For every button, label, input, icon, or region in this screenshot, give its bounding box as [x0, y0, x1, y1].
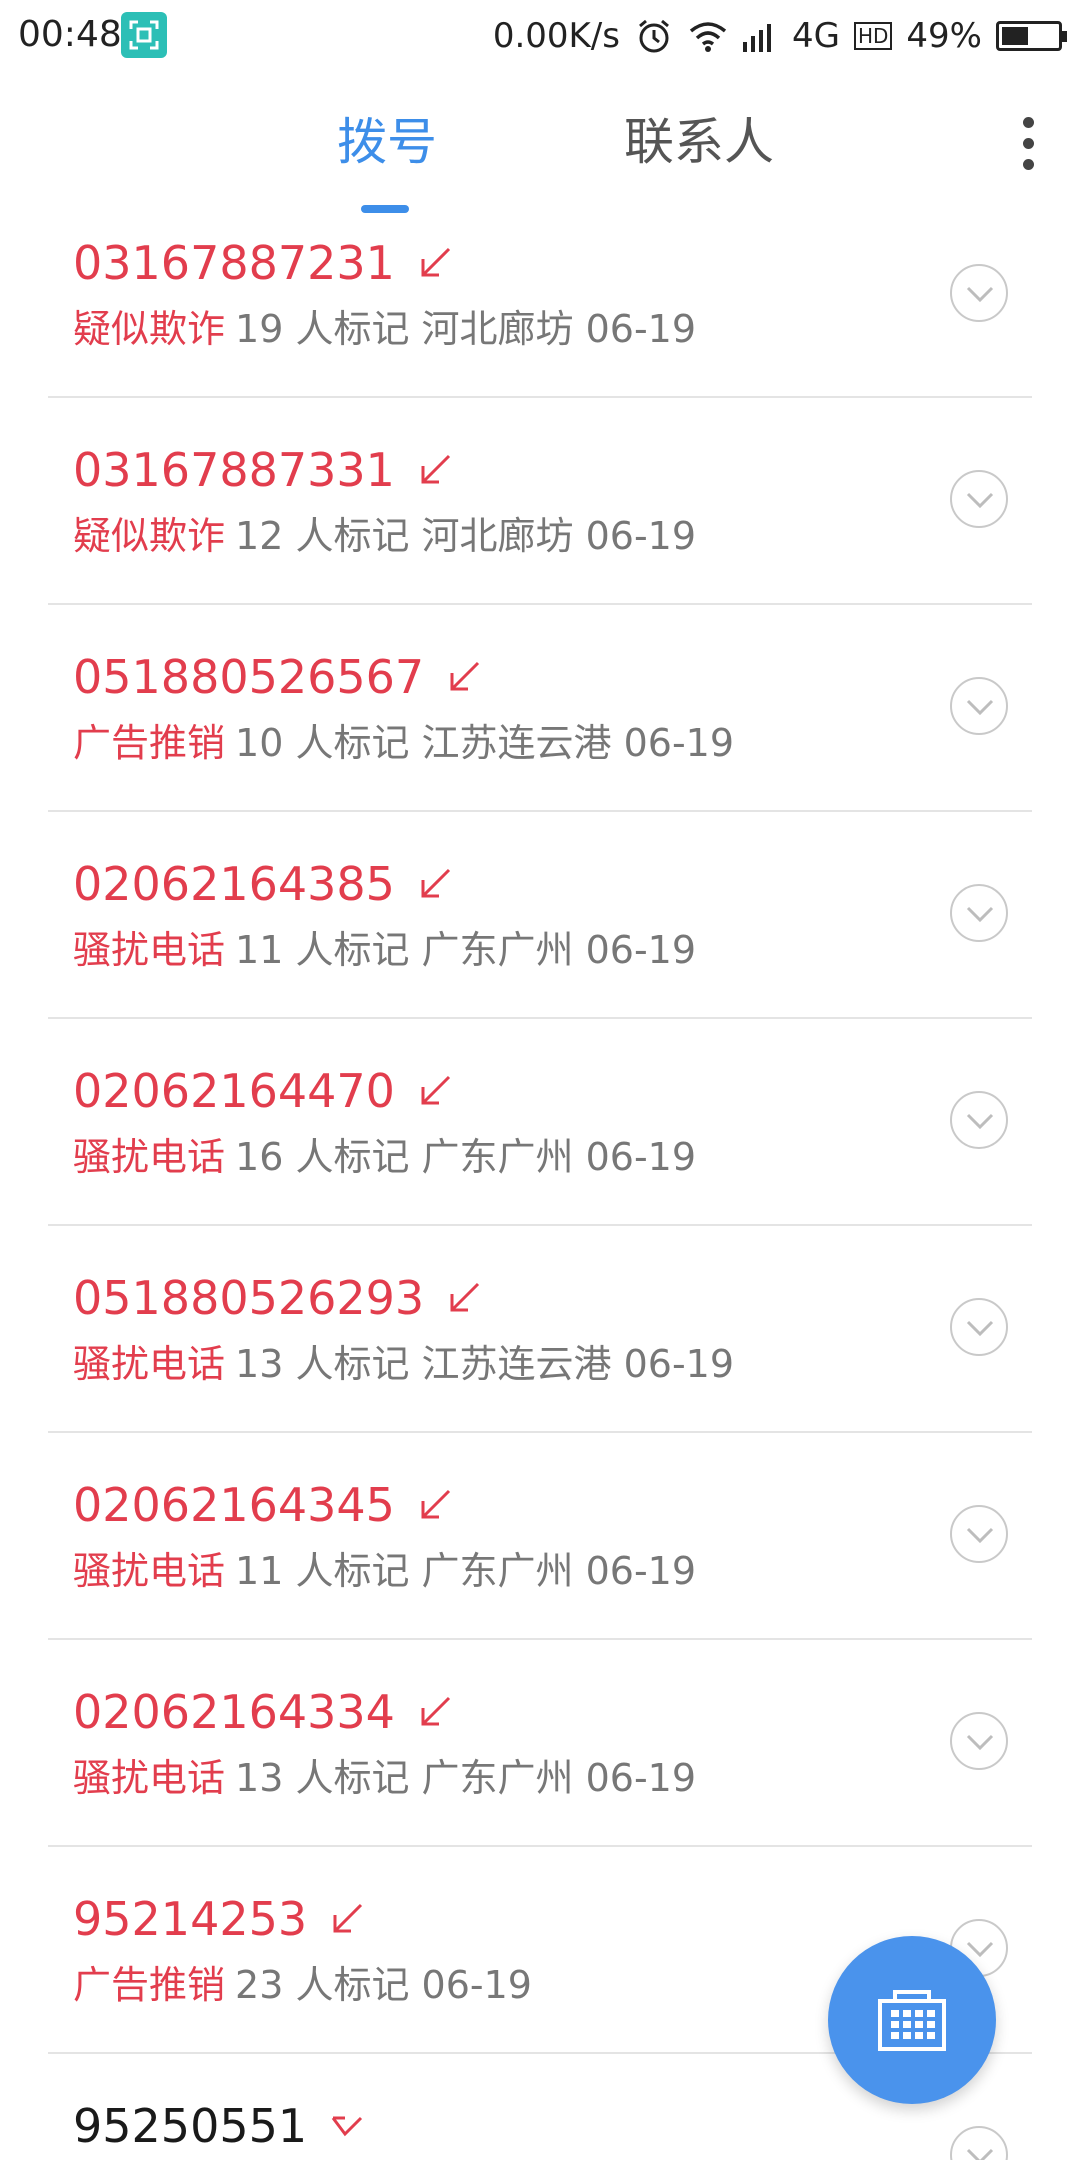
dialpad-icon [878, 1990, 946, 2051]
hd-badge: HD [853, 22, 893, 50]
call-log-item[interactable]: 051880526293 骚扰电话 13 人标记 江苏连云港 06-19 [48, 1226, 1032, 1433]
call-number: 03167887231 [73, 236, 453, 290]
call-info-text: 11 人标记 广东广州 06-19 [235, 1549, 697, 1593]
call-info-text: 13 人标记 广东广州 06-19 [235, 1756, 697, 1800]
call-detail: 骚扰电话 13 人标记 江苏连云港 06-19 [73, 1333, 734, 1388]
call-number: 02062164385 [73, 857, 453, 911]
spam-tag: 疑似欺诈 [73, 307, 226, 351]
call-number-text: 02062164345 [73, 1478, 395, 1532]
spam-tag: 骚扰电话 [73, 1342, 226, 1386]
missed-incoming-call-icon [450, 1282, 480, 1312]
expand-chevron-icon[interactable] [950, 1298, 1008, 1356]
call-info-text: 19 人标记 河北廊坊 06-19 [235, 307, 697, 351]
expand-chevron-icon[interactable] [950, 2126, 1008, 2160]
spam-tag: 骚扰电话 [73, 928, 226, 972]
missed-incoming-call-icon [421, 868, 450, 898]
call-log-list: 03167887231 疑似欺诈 19 人标记 河北廊坊 06-19 03167887… [0, 222, 1080, 2160]
missed-incoming-call-icon [450, 661, 480, 691]
call-number-text: 02062164470 [73, 1064, 395, 1118]
rejected-call-icon [331, 2116, 363, 2137]
status-bar: 00:48 0.00K/s 4G HD 49% [0, 0, 1080, 72]
missed-incoming-call-icon [421, 454, 450, 484]
alarm-icon [634, 16, 674, 56]
spam-tag: 疑似欺诈 [73, 514, 226, 558]
call-number: 02062164334 [73, 1685, 453, 1739]
tab-indicator [361, 205, 409, 213]
call-number: 02062164470 [73, 1064, 453, 1118]
call-log-item[interactable]: 03167887231 疑似欺诈 19 人标记 河北廊坊 06-19 [48, 222, 1032, 398]
spam-tag: 骚扰电话 [73, 1135, 226, 1179]
missed-incoming-call-icon [421, 1696, 450, 1726]
spam-tag: 广告推销 [73, 721, 226, 765]
spam-tag: 广告推销 [73, 1963, 226, 2007]
call-info-text: 13 人标记 江苏连云港 06-19 [235, 1342, 735, 1386]
call-number-text: 95214253 [73, 1892, 308, 1946]
call-log-item[interactable]: 02062164345 骚扰电话 11 人标记 广东广州 06-19 [48, 1433, 1032, 1640]
call-number: 051880526293 [73, 1271, 482, 1325]
call-info-text: 10 人标记 江苏连云港 06-19 [235, 721, 735, 765]
call-number: 95250551 [73, 2099, 365, 2153]
signal-icon [742, 20, 778, 52]
dialpad-fab-button[interactable] [828, 1936, 996, 2104]
call-log-item[interactable]: 051880526567 广告推销 10 人标记 江苏连云港 06-19 [48, 605, 1032, 812]
call-log-item[interactable]: 02062164470 骚扰电话 16 人标记 广东广州 06-19 [48, 1019, 1032, 1226]
call-detail: 骚扰电话 16 人标记 广东广州 06-19 [73, 1126, 696, 1181]
expand-chevron-icon[interactable] [950, 264, 1008, 322]
call-number: 03167887331 [73, 443, 453, 497]
call-detail: 骚扰电话 11 人标记 广东广州 06-19 [73, 919, 696, 974]
expand-chevron-icon[interactable] [950, 884, 1008, 942]
missed-incoming-call-icon [421, 1075, 450, 1105]
missed-incoming-call-icon [333, 1903, 363, 1933]
call-number-text: 02062164385 [73, 857, 395, 911]
call-detail: 骚扰电话 13 人标记 广东广州 06-19 [73, 1747, 696, 1802]
status-time: 00:48 [18, 14, 122, 55]
call-number-text: 02062164334 [73, 1685, 395, 1739]
call-detail: 骚扰电话 11 人标记 广东广州 06-19 [73, 1540, 696, 1595]
tab-contacts[interactable]: 联系人 [624, 112, 774, 172]
call-info-text: 23 人标记 06-19 [235, 1963, 532, 2007]
missed-incoming-call-icon [421, 1489, 450, 1519]
call-number: 95214253 [73, 1892, 365, 1946]
more-options-icon[interactable] [1016, 117, 1040, 177]
tab-header: 拨号 联系人 [0, 72, 1080, 222]
call-detail: 广告推销 23 人标记 06-19 [73, 1954, 532, 2009]
battery-fill [1002, 27, 1028, 45]
call-number-text: 03167887331 [73, 443, 395, 497]
call-detail: 疑似欺诈 12 人标记 河北廊坊 06-19 [73, 505, 696, 560]
call-log-item[interactable]: 02062164385 骚扰电话 11 人标记 广东广州 06-19 [48, 812, 1032, 1019]
tab-dial[interactable]: 拨号 [337, 112, 437, 172]
screenshot-icon [121, 12, 167, 58]
wifi-icon [688, 19, 728, 53]
call-number: 02062164345 [73, 1478, 453, 1532]
spam-tag: 骚扰电话 [73, 1756, 226, 1800]
dialer-screen: 00:48 0.00K/s 4G HD 49% 拨号 联系人 031678872… [0, 0, 1080, 2160]
call-detail: 疑似欺诈 19 人标记 河北廊坊 06-19 [73, 298, 696, 353]
call-number-text: 95250551 [73, 2099, 308, 2153]
expand-chevron-icon[interactable] [950, 470, 1008, 528]
call-number-text: 051880526567 [73, 650, 425, 704]
call-detail: 广告推销 10 人标记 江苏连云港 06-19 [73, 712, 734, 767]
call-info-text: 16 人标记 广东广州 06-19 [235, 1135, 697, 1179]
call-log-item[interactable]: 03167887331 疑似欺诈 12 人标记 河北廊坊 06-19 [48, 398, 1032, 605]
net-speed: 0.00K/s [492, 16, 620, 56]
battery-icon [996, 21, 1067, 51]
call-number-text: 03167887231 [73, 236, 395, 290]
missed-incoming-call-icon [421, 247, 450, 277]
call-number-text: 051880526293 [73, 1271, 425, 1325]
status-icons: 0.00K/s 4G HD 49% [492, 10, 1067, 62]
call-log-item[interactable]: 02062164334 骚扰电话 13 人标记 广东广州 06-19 [48, 1640, 1032, 1847]
expand-chevron-icon[interactable] [950, 1712, 1008, 1770]
expand-chevron-icon[interactable] [950, 677, 1008, 735]
call-info-text: 12 人标记 河北廊坊 06-19 [235, 514, 697, 558]
expand-chevron-icon[interactable] [950, 1505, 1008, 1563]
network-type: 4G [791, 16, 840, 56]
call-number: 051880526567 [73, 650, 482, 704]
expand-chevron-icon[interactable] [950, 1091, 1008, 1149]
call-info-text: 11 人标记 广东广州 06-19 [235, 928, 697, 972]
battery-percent: 49% [906, 16, 982, 56]
spam-tag: 骚扰电话 [73, 1549, 226, 1593]
